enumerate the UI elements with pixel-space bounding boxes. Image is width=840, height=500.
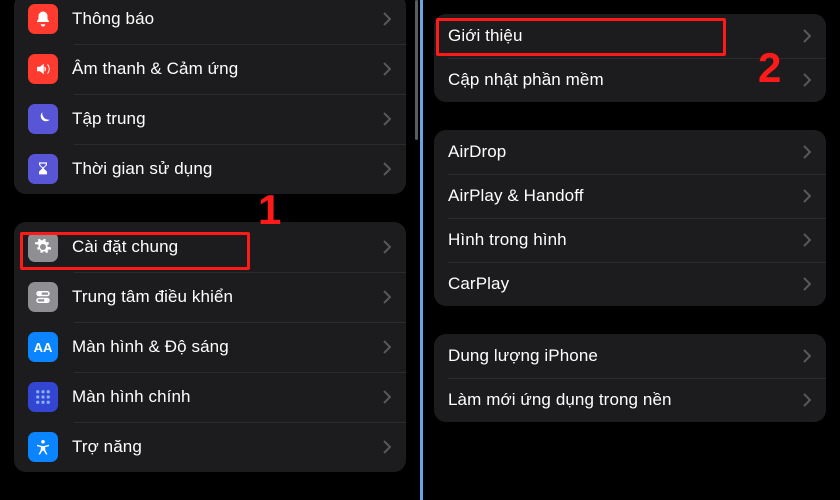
screenshot-canvas: Thông báo Âm thanh & Cảm ứng Tập trung: [0, 0, 840, 500]
row-label: Cài đặt chung: [72, 237, 378, 257]
chevron-right-icon: [378, 290, 396, 304]
row-label: Trung tâm điều khiển: [72, 287, 378, 307]
chevron-right-icon: [378, 162, 396, 176]
row-label: Thông báo: [72, 9, 378, 29]
row-label: Trợ năng: [72, 437, 378, 457]
display-aa-icon: AA: [28, 332, 58, 362]
row-label: AirDrop: [448, 142, 798, 162]
left-edge-mask: [0, 0, 14, 500]
hourglass-icon: [28, 154, 58, 184]
row-label: Dung lượng iPhone: [448, 346, 798, 366]
row-software-update[interactable]: Cập nhật phần mềm: [434, 58, 826, 102]
gear-icon: [28, 232, 58, 262]
row-pip[interactable]: Hình trong hình: [434, 218, 826, 262]
chevron-right-icon: [378, 62, 396, 76]
right-edge-mask: [826, 0, 840, 500]
pane-divider: [420, 0, 423, 500]
bell-icon: [28, 4, 58, 34]
row-label: AirPlay & Handoff: [448, 186, 798, 206]
chevron-right-icon: [798, 189, 816, 203]
chevron-right-icon: [378, 340, 396, 354]
chevron-right-icon: [798, 349, 816, 363]
chevron-right-icon: [798, 233, 816, 247]
chevron-right-icon: [378, 390, 396, 404]
moon-icon: [28, 104, 58, 134]
general-group-about: Giới thiệu Cập nhật phần mềm: [434, 14, 826, 102]
speaker-icon: [28, 54, 58, 84]
chevron-right-icon: [378, 12, 396, 26]
row-airplay[interactable]: AirPlay & Handoff: [434, 174, 826, 218]
row-home-screen[interactable]: Màn hình chính: [14, 372, 406, 422]
row-screentime[interactable]: Thời gian sử dụng: [14, 144, 406, 194]
chevron-right-icon: [798, 29, 816, 43]
row-airdrop[interactable]: AirDrop: [434, 130, 826, 174]
row-label: Cập nhật phần mềm: [448, 70, 798, 90]
chevron-right-icon: [378, 440, 396, 454]
scrollbar[interactable]: [415, 0, 418, 140]
row-label: Làm mới ứng dụng trong nền: [448, 390, 798, 410]
row-sounds[interactable]: Âm thanh & Cảm ứng: [14, 44, 406, 94]
settings-group-general: Cài đặt chung Trung tâm điều khiển AA Mà…: [14, 222, 406, 472]
row-label: Thời gian sử dụng: [72, 159, 378, 179]
settings-pane-left: Thông báo Âm thanh & Cảm ứng Tập trung: [0, 0, 420, 500]
row-storage[interactable]: Dung lượng iPhone: [434, 334, 826, 378]
row-display[interactable]: AA Màn hình & Độ sáng: [14, 322, 406, 372]
chevron-right-icon: [798, 277, 816, 291]
chevron-right-icon: [798, 393, 816, 407]
apps-grid-icon: [28, 382, 58, 412]
row-label: Hình trong hình: [448, 230, 798, 250]
row-label: Âm thanh & Cảm ứng: [72, 59, 378, 79]
accessibility-icon: [28, 432, 58, 462]
row-carplay[interactable]: CarPlay: [434, 262, 826, 306]
row-background-refresh[interactable]: Làm mới ứng dụng trong nền: [434, 378, 826, 422]
chevron-right-icon: [378, 112, 396, 126]
toggles-icon: [28, 282, 58, 312]
chevron-right-icon: [798, 145, 816, 159]
settings-group-notifications: Thông báo Âm thanh & Cảm ứng Tập trung: [14, 0, 406, 194]
row-label: Tập trung: [72, 109, 378, 129]
row-accessibility[interactable]: Trợ năng: [14, 422, 406, 472]
row-label: CarPlay: [448, 274, 798, 294]
chevron-right-icon: [798, 73, 816, 87]
row-label: Màn hình & Độ sáng: [72, 337, 378, 357]
general-group-storage: Dung lượng iPhone Làm mới ứng dụng trong…: [434, 334, 826, 422]
row-notifications[interactable]: Thông báo: [14, 0, 406, 44]
row-label: Giới thiệu: [448, 26, 798, 46]
row-control-center[interactable]: Trung tâm điều khiển: [14, 272, 406, 322]
settings-pane-right: Giới thiệu Cập nhật phần mềm AirDrop Air…: [420, 0, 840, 500]
row-label: Màn hình chính: [72, 387, 378, 407]
row-about[interactable]: Giới thiệu: [434, 14, 826, 58]
row-focus[interactable]: Tập trung: [14, 94, 406, 144]
general-group-sharing: AirDrop AirPlay & Handoff Hình trong hìn…: [434, 130, 826, 306]
chevron-right-icon: [378, 240, 396, 254]
row-general[interactable]: Cài đặt chung: [14, 222, 406, 272]
